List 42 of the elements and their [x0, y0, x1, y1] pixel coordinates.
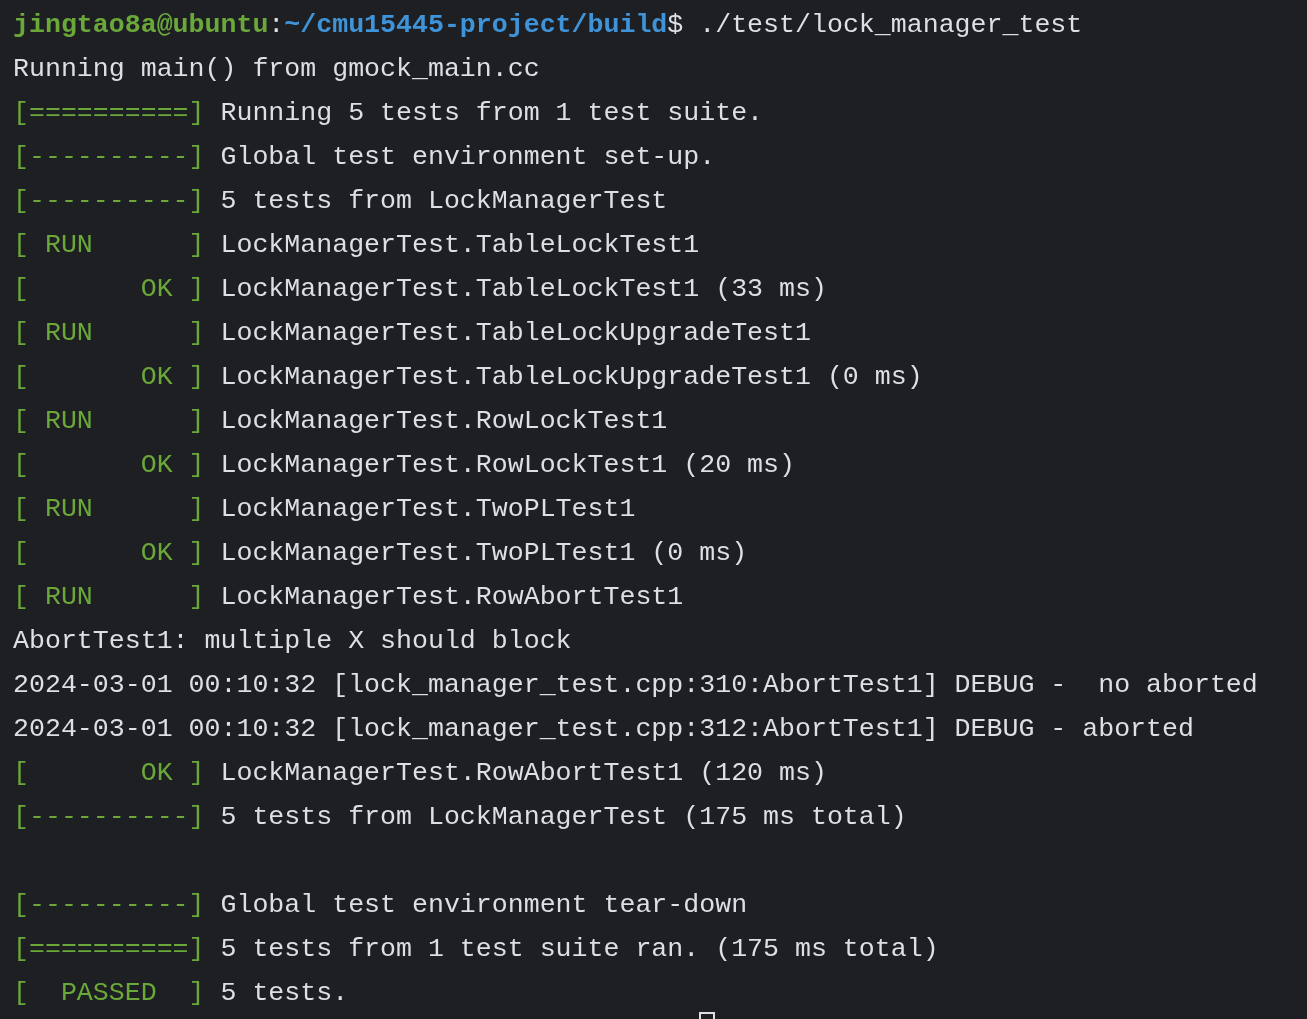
terminal-text: LockManagerTest.RowLockTest1: [219, 405, 668, 438]
test-status-tag: [----------]: [13, 883, 205, 927]
test-status-tag: [ OK ]: [13, 531, 205, 575]
terminal-text: 5 tests.: [219, 977, 349, 1010]
terminal-text: LockManagerTest.TableLockTest1: [219, 229, 700, 262]
terminal-text: AbortTest1: multiple X should block: [13, 625, 572, 658]
test-status-tag: [ PASSED ]: [13, 971, 205, 1015]
test-status-tag: [ OK ]: [13, 267, 205, 311]
test-status-tag: [ RUN ]: [13, 399, 205, 443]
terminal-text: LockManagerTest.RowAbortTest1: [219, 581, 684, 614]
terminal-text: 5 tests from 1 test suite ran. (175 ms total): [219, 933, 939, 966]
test-status-tag: [ RUN ]: [13, 575, 205, 619]
terminal-text: 5 tests from LockManagerTest: [219, 185, 668, 218]
terminal-text: Global test environment set-up.: [219, 141, 716, 174]
test-status-tag: [ RUN ]: [13, 223, 205, 267]
terminal-text: Global test environment tear-down: [219, 889, 748, 922]
test-status-tag: [----------]: [13, 135, 205, 179]
terminal-text: Running main() from gmock_main.cc: [13, 53, 540, 86]
test-status-tag: [ OK ]: [13, 443, 205, 487]
terminal-text: LockManagerTest.TwoPLTest1: [219, 493, 636, 526]
test-status-tag: [==========]: [13, 927, 205, 971]
test-status-tag: [ RUN ]: [13, 487, 205, 531]
terminal-text: 5 tests from LockManagerTest (175 ms total): [219, 801, 907, 834]
terminal-text: LockManagerTest.TwoPLTest1 (0 ms): [219, 537, 748, 570]
prompt-path: ~/cmu15445-project/build: [284, 9, 668, 42]
test-status-tag: [==========]: [13, 91, 205, 135]
terminal-text: LockManagerTest.RowLockTest1 (20 ms): [219, 449, 795, 482]
test-status-tag: [ RUN ]: [13, 311, 205, 355]
test-status-tag: [----------]: [13, 795, 205, 839]
test-status-tag: [----------]: [13, 179, 205, 223]
terminal-text: LockManagerTest.RowAbortTest1 (120 ms): [219, 757, 827, 790]
terminal-text: :: [268, 9, 285, 42]
terminal-text: LockManagerTest.TableLockTest1 (33 ms): [219, 273, 827, 306]
terminal-text: 2024-03-01 00:10:32 [lock_manager_test.cpp:312:AbortTest1] DEBUG - aborted: [13, 713, 1194, 746]
terminal-text: Running 5 tests from 1 test suite.: [219, 97, 764, 130]
terminal-text: $ ./test/lock_manager_test: [667, 9, 1083, 42]
terminal-text: LockManagerTest.TableLockUpgradeTest1: [219, 317, 811, 350]
terminal-text: 2024-03-01 00:10:32 [lock_manager_test.cpp:310:AbortTest1] DEBUG - no aborted: [13, 669, 1258, 702]
terminal-text: LockManagerTest.TableLockUpgradeTest1 (0 ms): [219, 361, 923, 394]
test-status-tag: [ OK ]: [13, 751, 205, 795]
test-status-tag: [ OK ]: [13, 355, 205, 399]
prompt-user: jingtao8a@ubuntu: [13, 9, 269, 42]
